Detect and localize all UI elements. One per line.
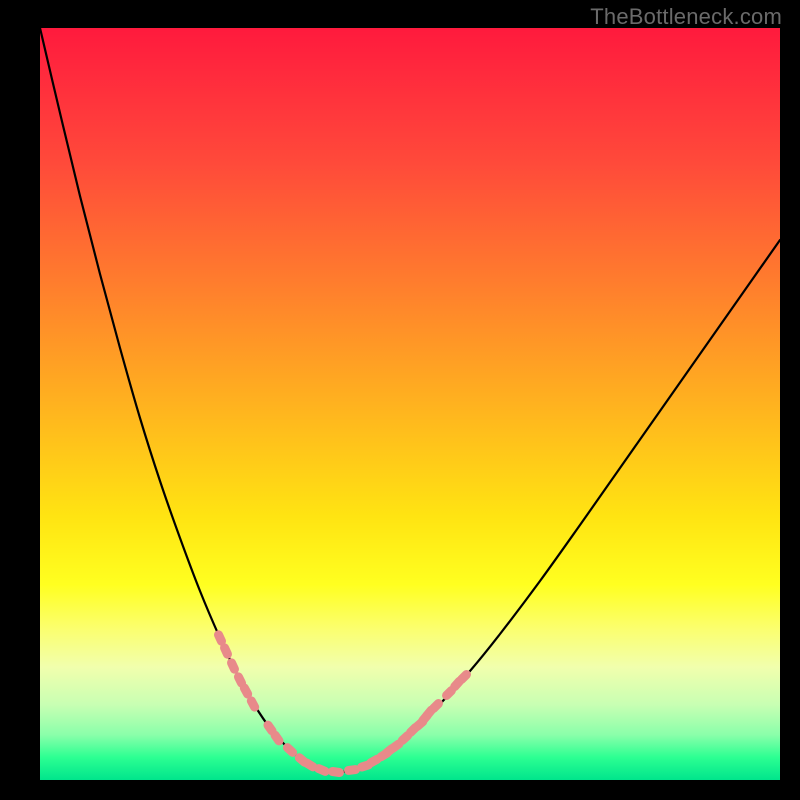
watermark-text: TheBottleneck.com bbox=[590, 4, 782, 30]
chart-frame: TheBottleneck.com bbox=[0, 0, 800, 800]
chart-svg bbox=[40, 28, 780, 780]
highlight-dots bbox=[213, 629, 473, 778]
plot-area bbox=[40, 28, 780, 780]
highlight-dot bbox=[327, 766, 344, 777]
bottleneck-curve bbox=[40, 28, 780, 772]
